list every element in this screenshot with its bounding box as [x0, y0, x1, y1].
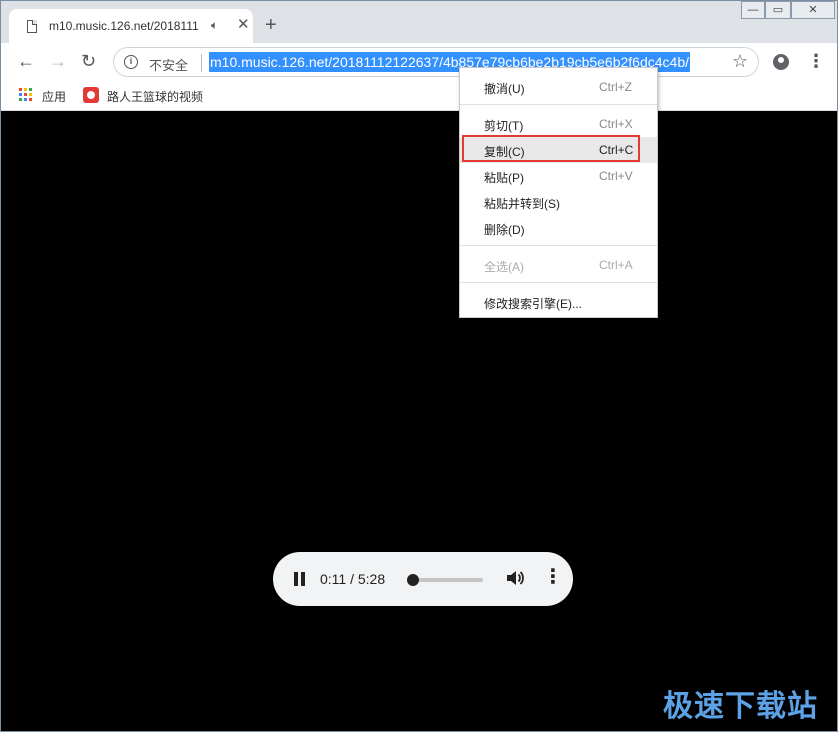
minimize-icon: —: [747, 4, 759, 16]
apps-dot: [19, 98, 22, 101]
bookmarks-bar: 应用 路人王篮球的视频: [1, 81, 837, 111]
page-icon: [27, 20, 37, 33]
star-icon[interactable]: ☆: [732, 51, 748, 72]
more-menu-icon[interactable]: ⋮: [807, 51, 825, 71]
time-display: 0:11 / 5:28: [320, 571, 386, 587]
bookmark-video[interactable]: 路人王篮球的视频: [107, 88, 203, 105]
menu-item-paste-and-go[interactable]: 粘贴并转到(S): [460, 189, 657, 215]
apps-dot: [19, 93, 22, 96]
page-content: 0:11 / 5:28 ⋮: [4, 112, 834, 729]
watermark-logo: 极速下载站: [663, 689, 818, 724]
tab-strip: m10.music.126.net/2018111 🔈︎ ✕ + — ▭ ✕: [1, 1, 837, 43]
profile-icon[interactable]: [773, 54, 789, 70]
browser-window: m10.music.126.net/2018111 🔈︎ ✕ + — ▭ ✕ ←…: [0, 0, 838, 732]
menu-separator: [460, 245, 657, 246]
forward-arrow-icon[interactable]: →: [49, 51, 67, 71]
pause-icon[interactable]: [293, 572, 307, 586]
menu-separator: [460, 282, 657, 283]
back-arrow-icon[interactable]: ←: [17, 51, 35, 71]
speaker-icon[interactable]: 🔈︎: [211, 18, 218, 33]
maximize-icon: ▭: [772, 4, 784, 16]
apps-dot: [29, 88, 32, 91]
maximize-button[interactable]: ▭: [765, 1, 791, 19]
apps-grid-icon[interactable]: [19, 88, 33, 102]
apps-dot: [29, 98, 32, 101]
apps-dot: [24, 93, 27, 96]
volume-icon[interactable]: [505, 568, 525, 588]
player-menu-icon[interactable]: ⋮: [543, 567, 563, 587]
browser-tab[interactable]: m10.music.126.net/2018111 🔈︎ ✕: [9, 9, 253, 43]
tab-title: m10.music.126.net/2018111: [49, 19, 199, 33]
divider: [201, 54, 202, 72]
bookmark-apps[interactable]: 应用: [42, 88, 66, 105]
new-tab-button[interactable]: +: [265, 15, 277, 35]
menu-item-delete[interactable]: 删除(D): [460, 215, 657, 241]
context-menu: 撤消(U) Ctrl+Z 剪切(T) Ctrl+X 复制(C) Ctrl+C 粘…: [459, 67, 658, 318]
menu-separator: [460, 104, 657, 105]
menu-item-paste[interactable]: 粘贴(P) Ctrl+V: [460, 163, 657, 189]
info-icon[interactable]: i: [124, 55, 138, 69]
security-label[interactable]: 不安全: [149, 55, 188, 74]
audio-player: 0:11 / 5:28 ⋮: [273, 552, 573, 606]
seek-bar[interactable]: [406, 574, 483, 586]
close-tab-icon[interactable]: ✕: [237, 17, 250, 33]
address-bar[interactable]: i 不安全 m10.music.126.net/20181112122637/4…: [113, 47, 759, 77]
toolbar: ← → ↻ i 不安全 m10.music.126.net/2018111212…: [1, 43, 837, 81]
close-icon: ✕: [808, 4, 818, 16]
minimize-button[interactable]: —: [741, 1, 765, 19]
menu-item-select-all[interactable]: 全选(A) Ctrl+A: [460, 252, 657, 278]
seek-handle[interactable]: [406, 574, 419, 586]
apps-dot: [24, 98, 27, 101]
menu-item-cut[interactable]: 剪切(T) Ctrl+X: [460, 111, 657, 137]
apps-dot: [24, 88, 27, 91]
apps-dot: [29, 93, 32, 96]
video-site-icon[interactable]: [83, 87, 99, 103]
apps-dot: [19, 88, 22, 91]
menu-item-undo[interactable]: 撤消(U) Ctrl+Z: [460, 74, 657, 100]
close-window-button[interactable]: ✕: [791, 1, 835, 19]
menu-item-edit-search-engines[interactable]: 修改搜索引擎(E)...: [460, 289, 657, 315]
highlight-box: [462, 135, 640, 162]
reload-icon[interactable]: ↻: [81, 51, 96, 71]
